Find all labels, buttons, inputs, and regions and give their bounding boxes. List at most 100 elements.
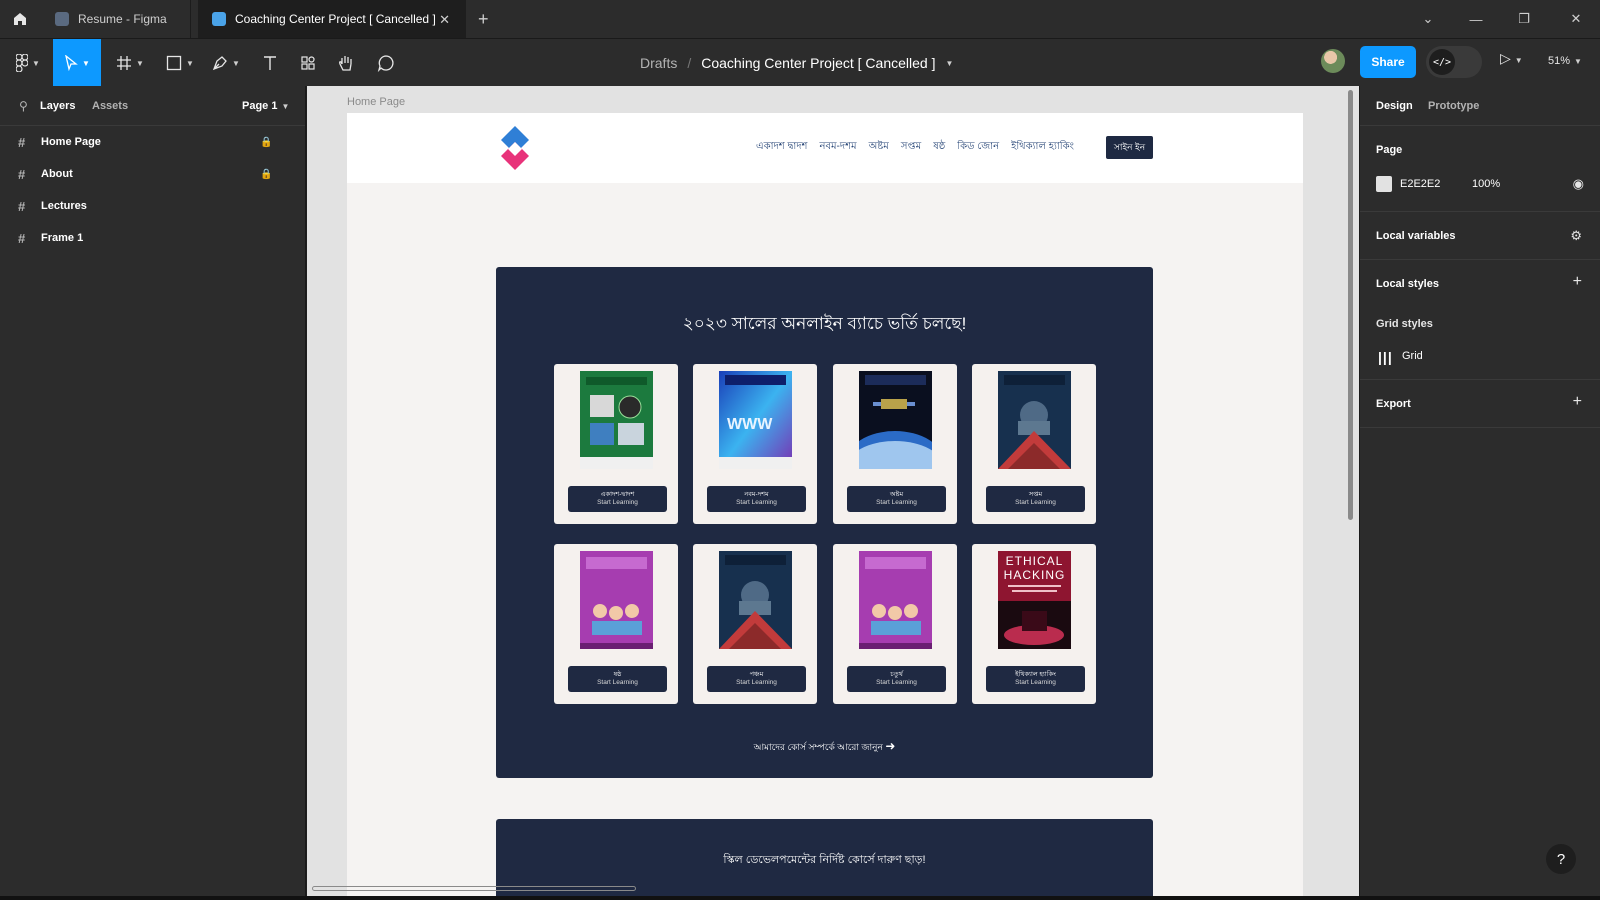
page-opacity-value[interactable]: 100% <box>1472 178 1500 190</box>
add-export-icon[interactable]: + <box>1573 393 1582 411</box>
vertical-scrollbar[interactable] <box>1348 90 1353 520</box>
home-button[interactable] <box>0 0 40 38</box>
dev-mode-toggle[interactable]: </> <box>1426 46 1482 78</box>
layer-label: Lectures <box>41 200 87 212</box>
tab-layers[interactable]: Layers <box>40 100 75 112</box>
lock-icon[interactable]: 🔒 <box>260 169 272 180</box>
shape-tool-button[interactable]: ▼ <box>160 39 200 87</box>
tab-design[interactable]: Design <box>1376 100 1413 112</box>
svg-text:WWW: WWW <box>727 416 773 433</box>
breadcrumb-separator: / <box>687 55 692 71</box>
sliders-icon[interactable]: ⚙ <box>1570 228 1582 244</box>
site-navbar: একাদশ দ্বাদশ নবম-দশম অষ্টম সপ্তম ষষ্ঠ কি… <box>347 113 1303 183</box>
minimize-icon[interactable]: — <box>1452 0 1500 38</box>
course-label: ইথিক্যাল হ্যাকিং <box>1015 671 1056 678</box>
course-card[interactable]: ষষ্ঠ Start Learning <box>554 544 678 704</box>
eye-icon[interactable]: ◉ <box>1573 176 1584 192</box>
start-learning-button[interactable]: পঞ্চম Start Learning <box>707 666 806 692</box>
new-tab-button[interactable]: + <box>478 9 489 30</box>
present-button[interactable]: ▷ ▼ <box>1500 50 1523 67</box>
grid-style-item[interactable]: Grid <box>1402 350 1423 362</box>
layer-label: About <box>41 168 73 180</box>
close-tab-icon[interactable]: ✕ <box>439 12 450 28</box>
share-button[interactable]: Share <box>1360 46 1416 78</box>
start-learning-button[interactable]: সপ্তম Start Learning <box>986 486 1085 512</box>
avatar[interactable] <box>1321 49 1345 73</box>
project-title[interactable]: Coaching Center Project [ Cancelled ] <box>701 55 935 71</box>
search-icon[interactable]: ⚲ <box>19 99 28 113</box>
breadcrumb-drafts[interactable]: Drafts <box>640 55 677 71</box>
main-menu-button[interactable]: ▼ <box>8 39 48 87</box>
start-learning-button[interactable]: একাদশ-দ্বাদশ Start Learning <box>568 486 667 512</box>
home-page-frame[interactable]: একাদশ দ্বাদশ নবম-দশম অষ্টম সপ্তম ষষ্ঠ কি… <box>347 113 1303 900</box>
start-learning-button[interactable]: নবম-দশম Start Learning <box>707 486 806 512</box>
course-card[interactable]: পঞ্চম Start Learning <box>693 544 817 704</box>
page-selector[interactable]: Page 1 ▼ <box>242 100 289 112</box>
book-cover-image <box>580 371 653 469</box>
book-cover-image <box>998 371 1071 469</box>
chevron-down-icon[interactable]: ▼ <box>945 59 953 68</box>
export-label: Export <box>1376 398 1411 410</box>
close-window-icon[interactable]: ✕ <box>1552 0 1600 38</box>
start-learning-button[interactable]: চতুর্থ Start Learning <box>847 666 946 692</box>
course-card[interactable]: সপ্তম Start Learning <box>972 364 1096 524</box>
layer-about[interactable]: # About 🔒 <box>0 158 305 190</box>
page-color-value[interactable]: E2E2E2 <box>1400 178 1440 190</box>
tab-resume[interactable]: Resume - Figma <box>41 0 191 38</box>
tab-prototype[interactable]: Prototype <box>1428 100 1479 112</box>
start-learning-label: Start Learning <box>597 499 638 506</box>
text-tool-button[interactable] <box>254 39 286 87</box>
start-learning-button[interactable]: ষষ্ঠ Start Learning <box>568 666 667 692</box>
tab-assets[interactable]: Assets <box>92 100 128 112</box>
grid-styles-label: Grid styles <box>1376 318 1433 330</box>
resources-tool-button[interactable] <box>292 39 324 87</box>
page-heading: Page <box>1376 144 1403 156</box>
nav-link-class6[interactable]: ষষ্ঠ <box>933 139 945 156</box>
book-cover-image <box>719 551 792 649</box>
tabs-menu-chevron-icon[interactable]: ⌄ <box>1404 0 1452 38</box>
nav-link-class8[interactable]: অষ্টম <box>869 139 889 156</box>
nav-link-hsc[interactable]: একাদশ দ্বাদশ <box>756 139 807 156</box>
pen-tool-button[interactable]: ▼ <box>206 39 246 87</box>
zoom-level: 51% <box>1548 55 1571 67</box>
frame-label[interactable]: Home Page <box>347 96 405 108</box>
frame-tool-button[interactable]: ▼ <box>110 39 150 87</box>
help-button[interactable]: ? <box>1546 844 1576 874</box>
breadcrumb: Drafts / Coaching Center Project [ Cance… <box>640 39 953 87</box>
frame-hash-icon: # <box>18 198 26 214</box>
restore-icon[interactable]: ❐ <box>1500 0 1548 38</box>
comment-icon <box>377 55 394 72</box>
course-card[interactable]: ETHICAL HACKING ইথিক্যাল হ্যাকিং Start Le… <box>972 544 1096 704</box>
question-mark-icon: ? <box>1556 850 1566 868</box>
nav-link-ssc[interactable]: নবম-দশম <box>819 139 856 156</box>
lock-icon[interactable]: 🔒 <box>260 137 272 148</box>
signin-button[interactable]: সাইন ইন <box>1106 136 1153 159</box>
more-courses-link[interactable]: আমাদের কোর্স সম্পর্কে আরো জানুন ➜ <box>496 739 1153 755</box>
cover-title-2: HACKING <box>1004 568 1066 582</box>
course-card[interactable]: একাদশ-দ্বাদশ Start Learning <box>554 364 678 524</box>
book-cover-image: ETHICAL HACKING <box>998 551 1071 649</box>
canvas[interactable]: Home Page একাদশ দ্বাদশ নবম-দশম অষ্টম সপ্… <box>307 86 1359 900</box>
start-learning-button[interactable]: ইথিক্যাল হ্যাকিং Start Learning <box>986 666 1085 692</box>
layer-frame-1[interactable]: # Frame 1 <box>0 222 305 254</box>
comment-tool-button[interactable] <box>370 39 402 87</box>
layer-home-page[interactable]: # Home Page 🔒 <box>0 126 305 158</box>
zoom-menu[interactable]: 51% ▼ <box>1548 55 1582 67</box>
nav-link-class7[interactable]: সপ্তম <box>901 139 921 156</box>
site-nav-links: একাদশ দ্বাদশ নবম-দশম অষ্টম সপ্তম ষষ্ঠ কি… <box>756 139 1086 156</box>
start-learning-button[interactable]: অষ্টম Start Learning <box>847 486 946 512</box>
course-card[interactable]: অষ্টম Start Learning <box>833 364 957 524</box>
layer-lectures[interactable]: # Lectures <box>0 190 305 222</box>
nav-link-kid-zone[interactable]: কিড জোন <box>957 139 999 156</box>
nav-link-ethical-hacking[interactable]: ইথিক্যাল হ্যাকিং <box>1011 139 1074 156</box>
page-color-swatch[interactable] <box>1376 176 1392 192</box>
move-tool-button[interactable]: ▼ <box>53 39 101 87</box>
page-selector-label: Page 1 <box>242 100 278 112</box>
add-style-icon[interactable]: + <box>1573 273 1582 291</box>
course-card[interactable]: চতুর্থ Start Learning <box>833 544 957 704</box>
horizontal-scrollbar[interactable] <box>312 886 636 891</box>
hand-tool-button[interactable] <box>330 39 362 87</box>
local-variables-label[interactable]: Local variables <box>1376 230 1456 242</box>
tab-coaching-center[interactable]: Coaching Center Project [ Cancelled ] ✕ <box>198 0 466 38</box>
course-card[interactable]: WWW নবম-দশম Start Learning <box>693 364 817 524</box>
